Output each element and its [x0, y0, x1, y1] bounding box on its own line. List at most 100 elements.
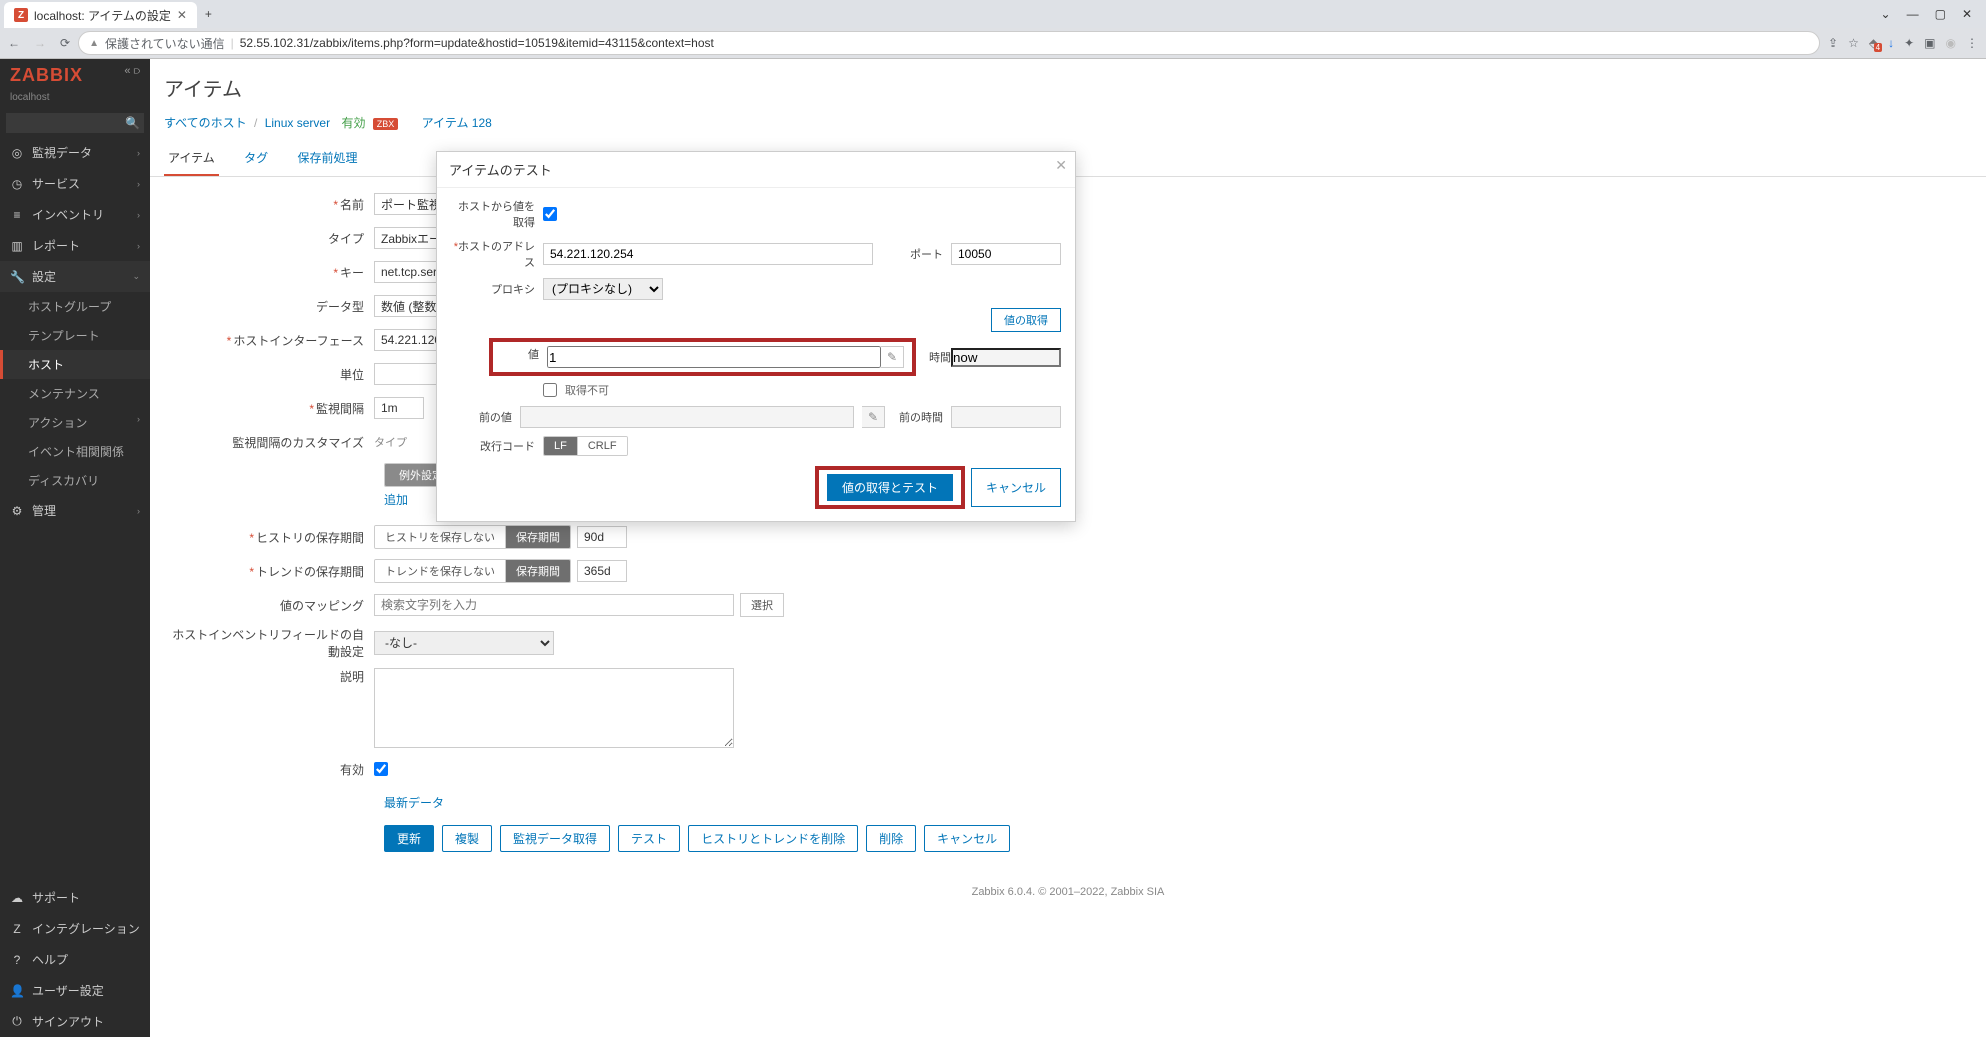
- sidebar-search-input[interactable]: [6, 113, 144, 133]
- interval-field[interactable]: [374, 397, 424, 419]
- insecure-warning-icon: ▲: [89, 38, 99, 49]
- test-button[interactable]: テスト: [618, 825, 680, 852]
- sidebar-footer-help[interactable]: ?ヘルプ: [0, 944, 150, 975]
- eol-crlf[interactable]: CRLF: [577, 437, 627, 455]
- description-field[interactable]: [374, 668, 734, 748]
- value-field[interactable]: [547, 346, 881, 368]
- clock-icon: ◷: [10, 177, 24, 191]
- port-field[interactable]: [951, 243, 1061, 265]
- nav-forward-icon[interactable]: →: [34, 36, 46, 50]
- sidebar-sub-templates[interactable]: テンプレート: [0, 321, 150, 350]
- not-avail-checkbox[interactable]: [543, 383, 557, 397]
- modal-body: ホストから値を取得 *ホストのアドレス ポート プロキシ(プロキシなし) 値の取…: [437, 188, 1075, 521]
- modal-close-icon[interactable]: ✕: [1055, 157, 1067, 174]
- trends-period-field[interactable]: [577, 560, 627, 582]
- sidebar-item-inventory[interactable]: ≡インベントリ›: [0, 199, 150, 230]
- get-and-test-button[interactable]: 値の取得とテスト: [827, 474, 953, 501]
- tab-tags[interactable]: タグ: [240, 141, 272, 174]
- sidebar-item-reports[interactable]: ▥レポート›: [0, 230, 150, 261]
- modal-cancel-button[interactable]: キャンセル: [971, 468, 1061, 507]
- kebab-menu-icon[interactable]: ⋮: [1966, 36, 1978, 50]
- power-icon: ⏻: [10, 1014, 24, 1029]
- url-bar[interactable]: ▲ 保護されていない通信 | 52.55.102.31/zabbix/items…: [78, 31, 1820, 55]
- proxy-select[interactable]: (プロキシなし): [543, 278, 663, 300]
- profile-icon[interactable]: ◉: [1946, 36, 1956, 50]
- execute-button[interactable]: 監視データ取得: [500, 825, 610, 852]
- interval-add-link[interactable]: 追加: [384, 491, 408, 508]
- value-edit-icon[interactable]: ✎: [881, 346, 904, 368]
- cloud-icon: ☁: [10, 891, 24, 905]
- share-icon[interactable]: ⇪: [1828, 36, 1838, 50]
- sidebar-item-services[interactable]: ◷サービス›: [0, 168, 150, 199]
- download-icon[interactable]: ↓: [1888, 36, 1894, 50]
- sidebar-sub-actions[interactable]: アクション›: [0, 408, 150, 437]
- chevron-right-icon: ›: [137, 179, 140, 189]
- breadcrumb-host[interactable]: Linux server: [265, 116, 330, 130]
- sidebar-sub-hostgroups[interactable]: ホストグループ: [0, 292, 150, 321]
- chevron-right-icon: ›: [137, 148, 140, 158]
- breadcrumb-all-hosts[interactable]: すべてのホスト: [164, 116, 247, 130]
- eol-lf[interactable]: LF: [544, 437, 577, 455]
- sidebar: ZABBIX « ⫐ localhost 🔍 ◎監視データ› ◷サービス› ≡イ…: [0, 59, 150, 1037]
- delete-button[interactable]: 削除: [866, 825, 916, 852]
- chevron-right-icon: ›: [137, 241, 140, 251]
- time-field: [951, 348, 1061, 367]
- enabled-checkbox[interactable]: [374, 762, 388, 776]
- breadcrumb-items[interactable]: アイテム 128: [422, 116, 492, 130]
- sidebar-item-config[interactable]: 🔧設定⌄: [0, 261, 150, 292]
- tab-item[interactable]: アイテム: [164, 141, 219, 176]
- host-address-field[interactable]: [543, 243, 873, 265]
- chart-icon: ▥: [10, 239, 24, 253]
- sidebar-sub-maintenance[interactable]: メンテナンス: [0, 379, 150, 408]
- chevron-down-icon[interactable]: ⌄: [1881, 7, 1891, 21]
- history-nosave[interactable]: ヒストリを保存しない: [375, 526, 505, 548]
- sidebar-item-monitoring[interactable]: ◎監視データ›: [0, 137, 150, 168]
- sidebar-sub-event-corr[interactable]: イベント相関関係: [0, 437, 150, 466]
- trends-period-btn[interactable]: 保存期間: [505, 560, 570, 582]
- sidepanel-icon[interactable]: ▣: [1924, 36, 1935, 50]
- window-minimize-icon[interactable]: —: [1907, 7, 1919, 21]
- trends-nosave[interactable]: トレンドを保存しない: [375, 560, 505, 582]
- sidebar-footer-integration[interactable]: Zインテグレーション: [0, 913, 150, 944]
- window-close-icon[interactable]: ✕: [1962, 7, 1972, 21]
- valuemap-select-btn[interactable]: 選択: [740, 593, 784, 617]
- ext-badge-icon[interactable]: ⬘4: [1869, 36, 1878, 50]
- app: ZABBIX « ⫐ localhost 🔍 ◎監視データ› ◷サービス› ≡イ…: [0, 59, 1986, 1037]
- extensions-icon[interactable]: ✦: [1904, 36, 1914, 50]
- window-maximize-icon[interactable]: ▢: [1935, 7, 1946, 21]
- sidebar-sub-discovery[interactable]: ディスカバリ: [0, 466, 150, 495]
- browser-chrome: Z localhost: アイテムの設定 ✕ + ⌄ — ▢ ✕ ← → ⟳ ▲…: [0, 0, 1986, 59]
- hostinv-select[interactable]: -なし-: [374, 631, 554, 655]
- bookmark-star-icon[interactable]: ☆: [1848, 36, 1859, 50]
- clear-button[interactable]: ヒストリとトレンドを削除: [688, 825, 858, 852]
- nav-reload-icon[interactable]: ⟳: [60, 36, 70, 50]
- prev-value-edit-icon[interactable]: ✎: [862, 406, 885, 428]
- get-from-host-checkbox[interactable]: [543, 207, 557, 221]
- sidebar-footer-user[interactable]: 👤ユーザー設定: [0, 975, 150, 1006]
- clone-button[interactable]: 複製: [442, 825, 492, 852]
- get-and-test-highlight: 値の取得とテスト: [817, 468, 963, 507]
- nav-back-icon[interactable]: ←: [8, 36, 20, 50]
- tab-close-icon[interactable]: ✕: [177, 8, 187, 22]
- new-tab-button[interactable]: +: [197, 7, 220, 21]
- sidebar-sub-hosts[interactable]: ホスト: [0, 350, 150, 379]
- get-value-button[interactable]: 値の取得: [991, 308, 1061, 332]
- history-period-btn[interactable]: 保存期間: [505, 526, 570, 548]
- search-icon[interactable]: 🔍: [125, 116, 140, 130]
- valuemap-field[interactable]: [374, 594, 734, 616]
- modal-title: アイテムのテスト ✕: [437, 152, 1075, 188]
- tab-preproc[interactable]: 保存前処理: [294, 141, 362, 174]
- sidebar-footer-support[interactable]: ☁サポート: [0, 882, 150, 913]
- history-period-field[interactable]: [577, 526, 627, 548]
- browser-tab[interactable]: Z localhost: アイテムの設定 ✕: [4, 2, 197, 28]
- nav-icons: ← → ⟳: [8, 36, 70, 50]
- breadcrumb-badge: ZBX: [373, 118, 399, 130]
- latest-data-link[interactable]: 最新データ: [384, 794, 444, 811]
- sidebar-item-admin[interactable]: ⚙管理›: [0, 495, 150, 526]
- sidebar-footer-signout[interactable]: ⏻サインアウト: [0, 1006, 150, 1037]
- breadcrumb-status: 有効: [341, 116, 365, 130]
- cancel-button[interactable]: キャンセル: [924, 825, 1010, 852]
- list-icon: ≡: [10, 208, 24, 222]
- update-button[interactable]: 更新: [384, 825, 434, 852]
- sidebar-collapse-icon[interactable]: « ⫐: [124, 65, 140, 78]
